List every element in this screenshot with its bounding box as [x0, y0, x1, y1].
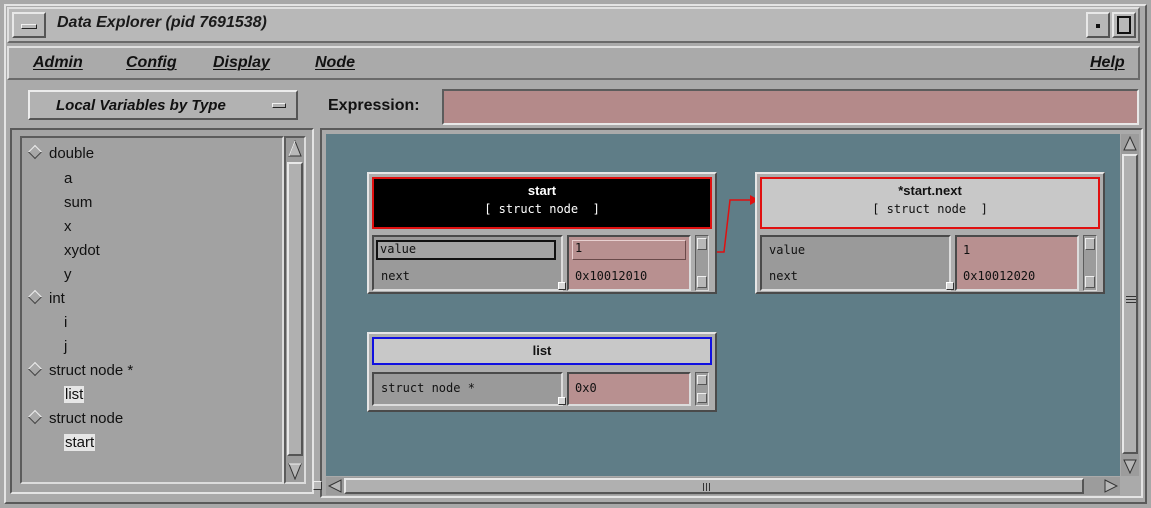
- menu-admin[interactable]: Admin: [33, 54, 83, 72]
- title-bar[interactable]: Data Explorer (pid 7691538): [7, 7, 1140, 43]
- tree-group-struct-node[interactable]: struct node: [27, 409, 123, 427]
- tree-scrollbar[interactable]: [284, 136, 306, 484]
- field-name-next[interactable]: next: [769, 269, 798, 283]
- node-start-field-names: value next: [372, 235, 563, 291]
- node-start-name: start: [527, 183, 557, 198]
- tree-item[interactable]: j: [64, 338, 67, 355]
- column-resize-handle[interactable]: [558, 282, 566, 290]
- scroll-down-icon[interactable]: [1123, 458, 1137, 474]
- node-start-next[interactable]: *start.next [ struct node ] value next 1…: [755, 172, 1105, 294]
- node-start-next-type: [ struct node ]: [872, 202, 988, 216]
- node-list-name: list: [532, 343, 552, 358]
- scroll-left-icon[interactable]: [328, 479, 342, 493]
- grip-line: [1126, 302, 1136, 303]
- tree-item[interactable]: a: [64, 170, 72, 187]
- field-value-value[interactable]: 1: [963, 243, 970, 257]
- grip-line: [709, 483, 710, 491]
- node-start-next-field-values: 1 0x10012020: [955, 235, 1079, 291]
- menu-bar: Admin Config Display Node Help: [7, 46, 1140, 80]
- variable-tree-frame: double a sum x xydot y int i j struct no…: [10, 128, 314, 494]
- scroll-up-icon[interactable]: [697, 238, 707, 250]
- node-start-header[interactable]: start [ struct node ]: [372, 177, 712, 229]
- scroll-down-icon[interactable]: [1085, 276, 1095, 288]
- field-name-next[interactable]: next: [381, 269, 410, 283]
- canvas-vertical-scrollbar[interactable]: [1121, 134, 1139, 476]
- window-menu-button[interactable]: [12, 12, 46, 38]
- node-start-type: [ struct node ]: [484, 202, 600, 216]
- scroll-down-icon[interactable]: [697, 393, 707, 403]
- variable-tree: double a sum x xydot y int i j struct no…: [20, 136, 284, 484]
- menu-node[interactable]: Node: [315, 54, 355, 72]
- minimize-button[interactable]: [1086, 12, 1110, 38]
- scroll-up-icon[interactable]: [1123, 136, 1137, 152]
- tree-item[interactable]: i: [64, 314, 67, 331]
- canvas-horizontal-scrollbar[interactable]: [326, 477, 1120, 495]
- tree-group-double[interactable]: double: [27, 144, 94, 162]
- menu-help[interactable]: Help: [1090, 54, 1125, 72]
- node-list-field-values: 0x0: [567, 372, 691, 406]
- expression-input[interactable]: [442, 89, 1139, 125]
- node-list-scrollbar[interactable]: [695, 372, 709, 406]
- scroll-up-icon[interactable]: [288, 140, 302, 158]
- grip-line: [1126, 299, 1136, 300]
- scroll-up-icon[interactable]: [1085, 238, 1095, 250]
- pane-resize-handle[interactable]: [313, 481, 322, 490]
- window-menu-icon: [21, 24, 37, 29]
- tree-item[interactable]: xydot: [64, 242, 100, 259]
- node-start-next-scrollbar[interactable]: [1083, 235, 1097, 291]
- maximize-button[interactable]: [1112, 12, 1136, 38]
- tree-group-int[interactable]: int: [27, 289, 65, 307]
- node-start-next-field-names: value next: [760, 235, 951, 291]
- field-value-value[interactable]: 1: [572, 240, 686, 260]
- grip-line: [706, 483, 707, 491]
- expand-diamond-icon[interactable]: [27, 289, 43, 305]
- variable-view-selector[interactable]: Local Variables by Type: [28, 90, 298, 120]
- tree-group-struct-node-pointer[interactable]: struct node *: [27, 361, 133, 379]
- canvas-hscroll-thumb[interactable]: [344, 478, 1084, 494]
- node-list[interactable]: list struct node * 0x0: [367, 332, 717, 412]
- expression-label: Expression:: [328, 97, 420, 114]
- tree-item[interactable]: sum: [64, 194, 92, 211]
- tree-item-start[interactable]: start: [64, 434, 96, 451]
- minimize-icon: [1096, 24, 1100, 28]
- field-value-pointer[interactable]: 0x0: [575, 381, 597, 395]
- option-menu-icon: [272, 103, 286, 108]
- expand-diamond-icon[interactable]: [27, 361, 43, 377]
- column-resize-handle[interactable]: [558, 397, 566, 405]
- node-start-scrollbar[interactable]: [695, 235, 709, 291]
- field-value-next[interactable]: 0x10012010: [575, 269, 647, 283]
- field-name-value[interactable]: value: [769, 243, 805, 257]
- scroll-right-icon[interactable]: [1104, 479, 1118, 493]
- menu-config[interactable]: Config: [126, 54, 177, 72]
- tree-scroll-thumb[interactable]: [287, 162, 303, 456]
- column-resize-handle[interactable]: [946, 282, 954, 290]
- expand-diamond-icon[interactable]: [27, 144, 43, 160]
- scroll-down-icon[interactable]: [288, 462, 302, 480]
- expand-diamond-icon[interactable]: [27, 409, 43, 425]
- tree-item[interactable]: y: [64, 266, 72, 283]
- node-start-next-header[interactable]: *start.next [ struct node ]: [760, 177, 1100, 229]
- tree-item-list[interactable]: list: [64, 386, 85, 403]
- canvas-vscroll-thumb[interactable]: [1122, 154, 1138, 454]
- node-list-field-names: struct node *: [372, 372, 563, 406]
- scroll-down-icon[interactable]: [697, 276, 707, 288]
- field-value-next[interactable]: 0x10012020: [963, 269, 1035, 283]
- node-start-field-values: 1 0x10012010: [567, 235, 691, 291]
- node-start[interactable]: start [ struct node ] value next 1 0x100…: [367, 172, 717, 294]
- maximize-icon: [1117, 16, 1131, 34]
- grip-line: [703, 483, 704, 491]
- tree-item[interactable]: x: [64, 218, 72, 235]
- window-title: Data Explorer (pid 7691538): [57, 14, 267, 31]
- field-name-struct-node-pointer[interactable]: struct node *: [381, 381, 475, 395]
- variable-view-label: Local Variables by Type: [56, 97, 226, 114]
- menu-display[interactable]: Display: [213, 54, 270, 72]
- node-list-header[interactable]: list: [372, 337, 712, 365]
- node-start-next-name: *start.next: [898, 183, 962, 198]
- grip-line: [1126, 296, 1136, 297]
- field-name-value[interactable]: value: [376, 240, 556, 260]
- scroll-up-icon[interactable]: [697, 375, 707, 385]
- data-canvas[interactable]: start [ struct node ] value next 1 0x100…: [326, 134, 1120, 476]
